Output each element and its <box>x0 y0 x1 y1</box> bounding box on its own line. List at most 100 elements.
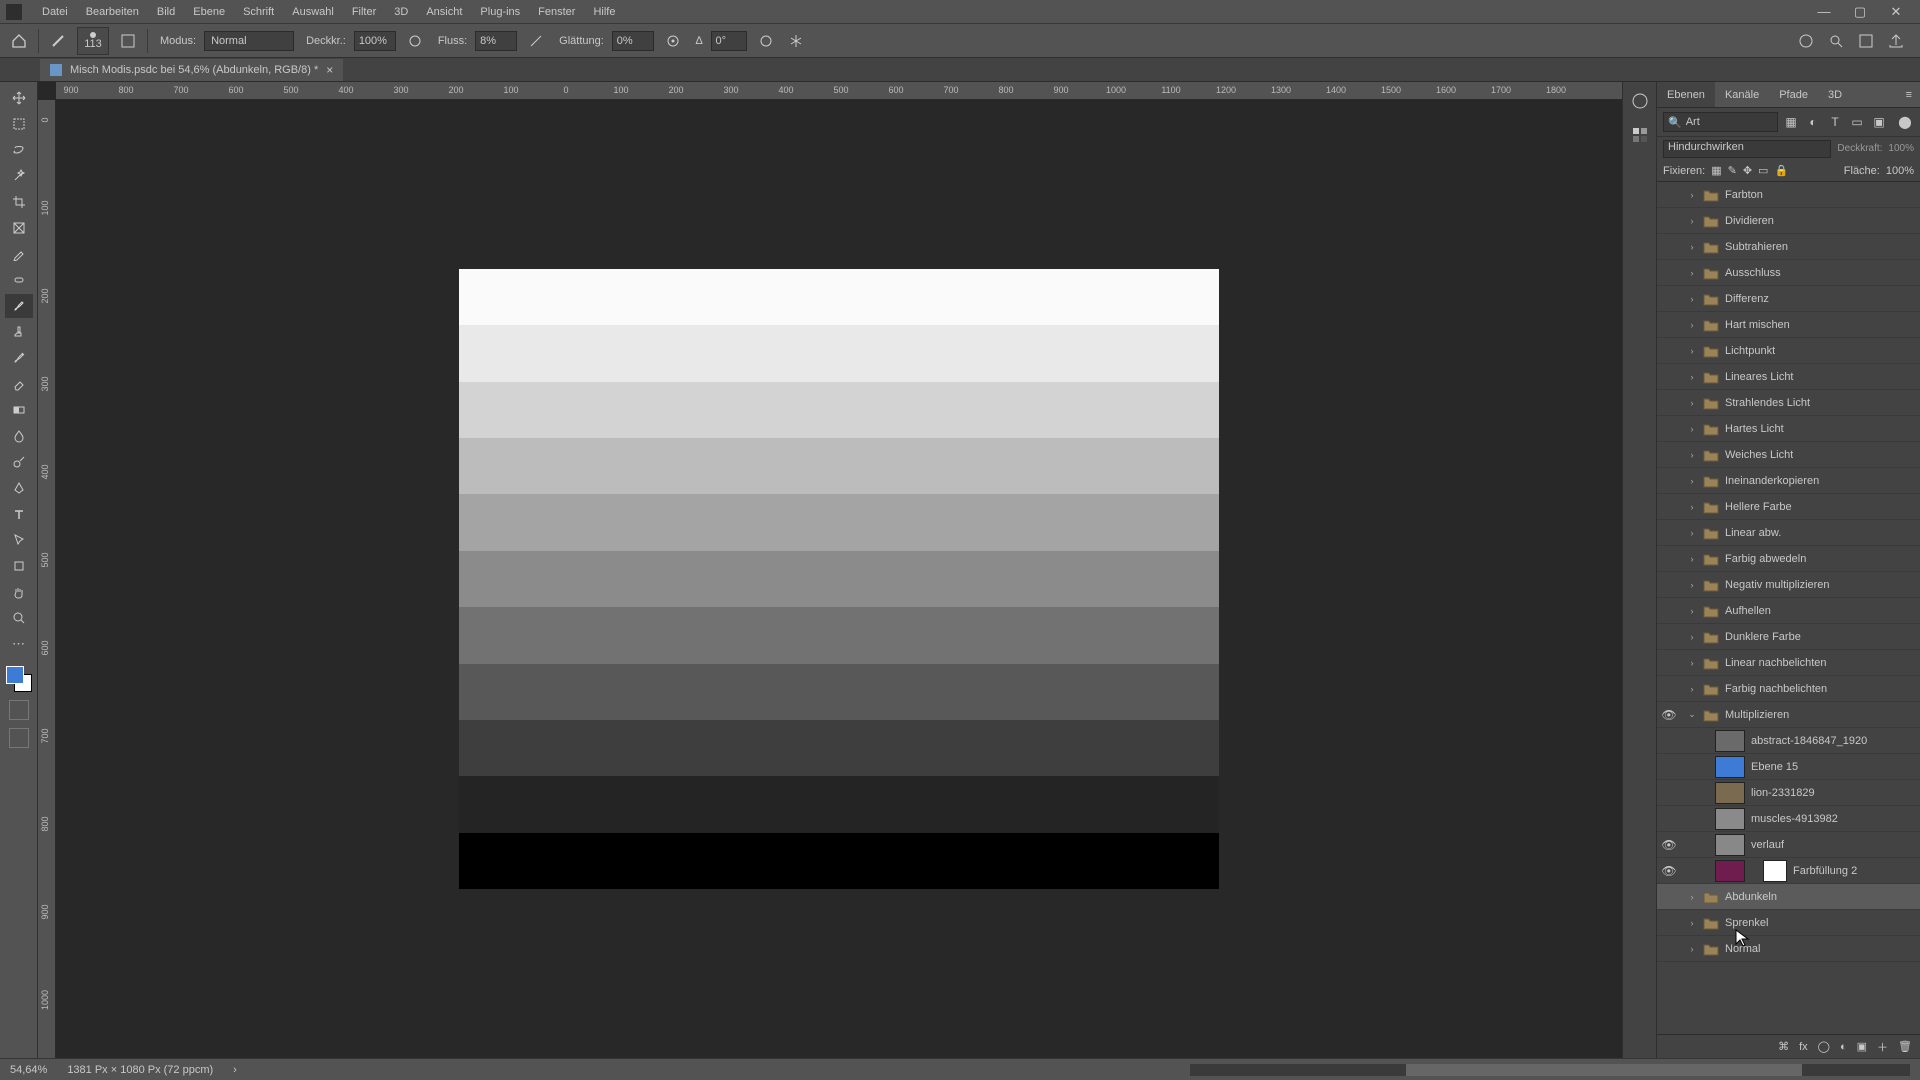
new-adjustment-icon[interactable]: ◐ <box>1840 1041 1847 1053</box>
history-brush-tool[interactable] <box>5 346 33 370</box>
filter-toggle[interactable]: ⬤ <box>1896 113 1914 131</box>
expand-icon[interactable]: › <box>1687 606 1697 616</box>
menu-item[interactable]: Auswahl <box>284 2 342 22</box>
tab-3d[interactable]: 3D <box>1818 82 1852 107</box>
menu-item[interactable]: Bearbeiten <box>78 2 147 22</box>
expand-icon[interactable]: › <box>1687 268 1697 278</box>
more-tools[interactable]: ⋯ <box>5 632 33 656</box>
opacity-input[interactable]: 100% <box>354 31 396 51</box>
layer-thumbnail[interactable] <box>1715 808 1745 830</box>
layer-thumbnail[interactable] <box>1715 860 1745 882</box>
filter-pixel-icon[interactable]: ▦ <box>1782 113 1800 131</box>
visibility-toggle[interactable]: 👁 <box>1657 838 1681 852</box>
pen-tool[interactable] <box>5 476 33 500</box>
layer-name[interactable]: Farbig nachbelichten <box>1725 683 1827 695</box>
tab-paths[interactable]: Pfade <box>1769 82 1818 107</box>
layer-filter-select[interactable]: 🔍 Art <box>1663 112 1778 132</box>
layer-thumbnail[interactable] <box>1715 834 1745 856</box>
expand-icon[interactable]: › <box>1687 450 1697 460</box>
layer-name[interactable]: Abdunkeln <box>1725 891 1777 903</box>
pressure-size-icon[interactable] <box>755 30 777 52</box>
expand-icon[interactable]: › <box>1687 658 1697 668</box>
minimize-button[interactable]: — <box>1806 0 1842 24</box>
filter-adjust-icon[interactable]: ◐ <box>1804 113 1822 131</box>
expand-icon[interactable]: › <box>1687 918 1697 928</box>
layer-name[interactable]: Ebene 15 <box>1751 761 1798 773</box>
layer-thumbnail[interactable] <box>1715 730 1745 752</box>
cloud-docs-icon[interactable] <box>1798 33 1814 49</box>
layer-name[interactable]: Hellere Farbe <box>1725 501 1792 513</box>
menu-item[interactable]: Plug-ins <box>472 2 528 22</box>
smoothing-options-icon[interactable] <box>662 30 684 52</box>
menu-item[interactable]: Bild <box>149 2 183 22</box>
layer-name[interactable]: Multiplizieren <box>1725 709 1789 721</box>
expand-icon[interactable]: › <box>1687 892 1697 902</box>
lock-nest-icon[interactable]: ▭ <box>1758 164 1768 177</box>
maximize-button[interactable]: ▢ <box>1842 0 1878 24</box>
lock-paint-icon[interactable]: ✎ <box>1728 164 1737 177</box>
expand-icon[interactable]: › <box>1687 684 1697 694</box>
layer-name[interactable]: Strahlendes Licht <box>1725 397 1810 409</box>
flow-input[interactable]: 8% <box>475 31 517 51</box>
pressure-opacity-icon[interactable] <box>404 30 426 52</box>
expand-icon[interactable]: › <box>1687 346 1697 356</box>
layer-name[interactable]: Negativ multiplizieren <box>1725 579 1830 591</box>
layer-name[interactable]: Lichtpunkt <box>1725 345 1775 357</box>
layer-opacity-value[interactable]: 100% <box>1888 143 1914 154</box>
airbrush-icon[interactable] <box>525 30 547 52</box>
expand-icon[interactable]: › <box>1687 528 1697 538</box>
horizontal-scrollbar[interactable] <box>1190 1064 1910 1076</box>
expand-icon[interactable]: › <box>1687 502 1697 512</box>
layer-name[interactable]: Farbfüllung 2 <box>1793 865 1857 877</box>
expand-icon[interactable]: › <box>1687 190 1697 200</box>
menu-item[interactable]: Ansicht <box>418 2 470 22</box>
layer-fx-icon[interactable]: fx <box>1799 1041 1808 1053</box>
screenmode-toggle[interactable] <box>9 728 29 748</box>
layer-name[interactable]: Ineinanderkopieren <box>1725 475 1819 487</box>
layer-name[interactable]: verlauf <box>1751 839 1784 851</box>
expand-icon[interactable]: › <box>1687 632 1697 642</box>
layer-name[interactable]: Dunklere Farbe <box>1725 631 1801 643</box>
brush-preset-picker[interactable]: 113 <box>77 27 109 55</box>
layer-mask[interactable] <box>1763 860 1787 882</box>
panel-menu-icon[interactable]: ≡ <box>1898 82 1920 107</box>
expand-icon[interactable]: › <box>1687 372 1697 382</box>
layer-name[interactable]: Weiches Licht <box>1725 449 1793 461</box>
layer-name[interactable]: Farbig abwedeln <box>1725 553 1806 565</box>
visibility-toggle[interactable]: 👁 <box>1657 708 1681 722</box>
expand-icon[interactable]: › <box>1687 424 1697 434</box>
layer-name[interactable]: Lineares Licht <box>1725 371 1794 383</box>
smoothing-input[interactable]: 0% <box>612 31 654 51</box>
menu-item[interactable]: 3D <box>386 2 416 22</box>
tab-channels[interactable]: Kanäle <box>1715 82 1769 107</box>
collapse-icon[interactable]: ⌄ <box>1687 709 1697 720</box>
angle-input[interactable]: 0° <box>711 31 747 51</box>
share-icon[interactable] <box>1888 33 1904 49</box>
eyedropper-tool[interactable] <box>5 242 33 266</box>
delete-layer-icon[interactable]: 🗑 <box>1898 1040 1912 1053</box>
layer-fill-value[interactable]: 100% <box>1886 165 1914 177</box>
type-tool[interactable] <box>5 502 33 526</box>
layer-name[interactable]: Dividieren <box>1725 215 1774 227</box>
filter-type-icon[interactable]: T <box>1826 113 1844 131</box>
gradient-tool[interactable] <box>5 398 33 422</box>
menu-item[interactable]: Datei <box>34 2 76 22</box>
layer-name[interactable]: Hartes Licht <box>1725 423 1784 435</box>
eraser-tool[interactable] <box>5 372 33 396</box>
layer-name[interactable]: lion-2331829 <box>1751 787 1815 799</box>
close-tab-icon[interactable]: × <box>326 63 333 77</box>
layer-name[interactable]: Sprenkel <box>1725 917 1768 929</box>
healing-tool[interactable] <box>5 268 33 292</box>
symmetry-icon[interactable] <box>785 30 807 52</box>
add-mask-icon[interactable]: ◯ <box>1818 1040 1830 1053</box>
layer-name[interactable]: abstract-1846847_1920 <box>1751 735 1867 747</box>
layer-name[interactable]: Subtrahieren <box>1725 241 1788 253</box>
layer-name[interactable]: Normal <box>1725 943 1760 955</box>
zoom-tool[interactable] <box>5 606 33 630</box>
expand-icon[interactable]: › <box>1687 216 1697 226</box>
layer-name[interactable]: Differenz <box>1725 293 1769 305</box>
expand-icon[interactable]: › <box>1687 294 1697 304</box>
layer-name[interactable]: Linear abw. <box>1725 527 1781 539</box>
blur-tool[interactable] <box>5 424 33 448</box>
workspace-icon[interactable] <box>1858 33 1874 49</box>
